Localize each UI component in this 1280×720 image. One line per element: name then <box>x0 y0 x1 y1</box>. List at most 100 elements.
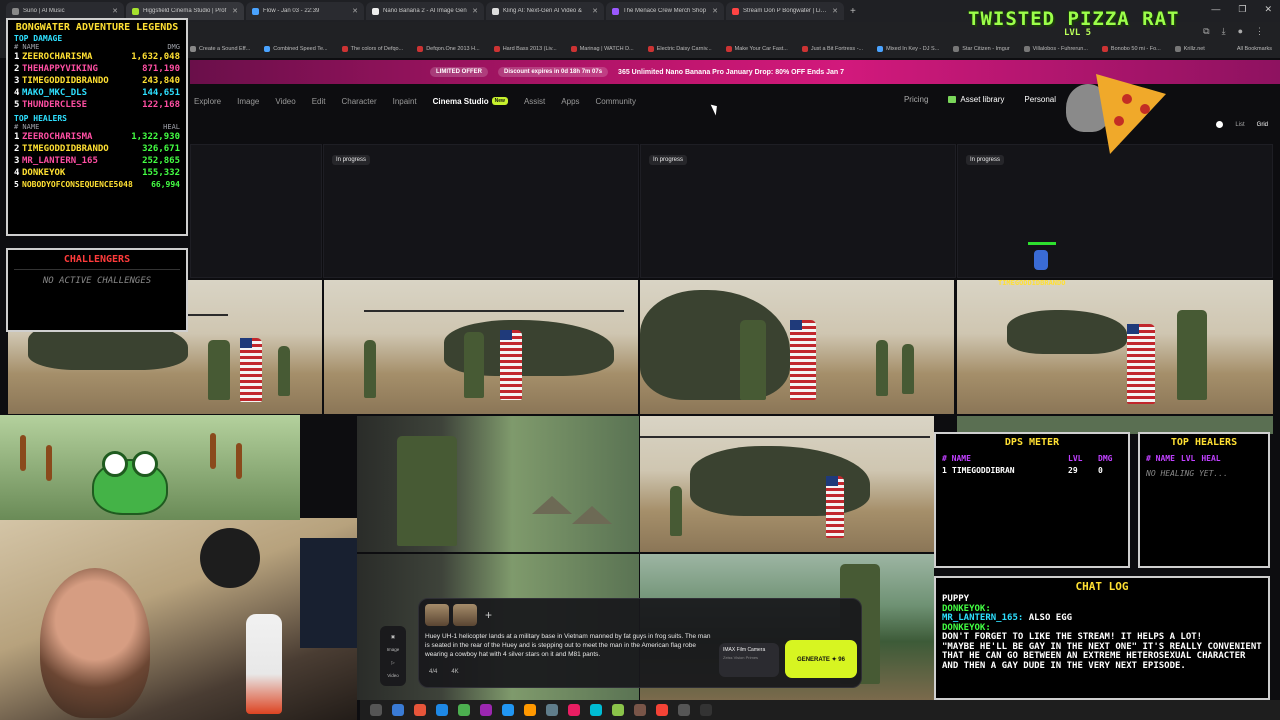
nav-apps[interactable]: Apps <box>561 97 579 106</box>
toggle-icon[interactable] <box>1216 121 1224 128</box>
gallery-image[interactable] <box>324 280 638 414</box>
all-bookmarks[interactable]: All Bookmarks <box>1237 46 1272 52</box>
bookmark[interactable]: Marinag | WATCH D... <box>570 46 634 52</box>
nav-edit[interactable]: Edit <box>312 97 326 106</box>
app-icon[interactable] <box>546 704 558 716</box>
app-icon[interactable] <box>700 704 712 716</box>
nav-cinema-studio[interactable]: Cinema Studio New <box>433 97 508 106</box>
browser-tab[interactable]: Kling AI: Next-Gen AI Video & ✕ <box>486 2 604 20</box>
close-tab-icon[interactable]: ✕ <box>112 7 118 15</box>
top-healers-heading: TOP HEALERS <box>14 114 67 123</box>
camera-select[interactable]: IMAX Film Camera Zeiss Vision Primes <box>719 643 779 677</box>
app-icon[interactable] <box>568 704 580 716</box>
bookmark[interactable]: Just a Bit Fortress -... <box>801 46 863 52</box>
bookmark[interactable]: Bonobo 50 mi - Fo... <box>1101 46 1161 52</box>
damage-column-header: # NAME DMG <box>14 43 180 51</box>
app-icon[interactable] <box>458 704 470 716</box>
app-icon[interactable] <box>436 704 448 716</box>
download-icon[interactable]: ⤓ <box>1222 26 1226 37</box>
browser-tab[interactable]: Flow - Jan 03 - 22:39 ✕ <box>246 2 364 20</box>
bookmark[interactable]: Star Citizen - Imgur <box>953 46 1010 52</box>
browser-tab[interactable]: Stream Don P Bongwater | Liste ✕ <box>726 2 844 20</box>
bookmark[interactable]: Villalobos - Fuhrerun... <box>1023 46 1088 52</box>
nav-image[interactable]: Image <box>237 97 259 106</box>
tab-label: The Menace Crew Merch Shop <box>623 8 707 14</box>
app-icon[interactable] <box>414 704 426 716</box>
app-icon[interactable] <box>502 704 514 716</box>
bookmark[interactable]: Make Your Car Fast... <box>725 46 788 52</box>
app-icon[interactable] <box>392 704 404 716</box>
personal-workspace[interactable]: Personal <box>1024 95 1056 104</box>
bookmark[interactable]: Combined Speed Te... <box>264 46 328 52</box>
app-icon[interactable] <box>634 704 646 716</box>
nav-video[interactable]: Video <box>275 97 295 106</box>
app-icon[interactable] <box>612 704 624 716</box>
close-tab-icon[interactable]: ✕ <box>592 7 598 15</box>
bookmark[interactable]: Create a Sound Eff... <box>190 46 250 52</box>
bookmark[interactable]: Krillz.net <box>1174 46 1205 52</box>
close-tab-icon[interactable]: ✕ <box>832 7 838 15</box>
close-window-button[interactable]: ✕ <box>1264 4 1272 15</box>
file-explorer-icon[interactable] <box>370 704 382 716</box>
nav-community[interactable]: Community <box>596 97 636 106</box>
app-icon[interactable] <box>524 704 536 716</box>
pepperoni <box>1122 94 1132 104</box>
prompt-input[interactable]: Huey UH-1 helicopter lands at a military… <box>425 632 715 659</box>
chrome-icon[interactable] <box>656 704 668 716</box>
gallery-item-pending[interactable]: In progress <box>640 144 956 278</box>
maximize-button[interactable]: ❐ <box>1238 4 1246 15</box>
close-tab-icon[interactable]: ✕ <box>232 7 238 15</box>
gallery-image[interactable] <box>640 280 954 414</box>
extensions-icon[interactable]: ⧉ <box>1203 26 1209 37</box>
reference-image[interactable] <box>453 604 477 626</box>
bookmark[interactable]: Mixed In Key - DJ S... <box>877 46 939 52</box>
asset-library-button[interactable]: Asset library <box>948 95 1004 104</box>
image-mode-icon[interactable]: ▣ <box>391 634 395 640</box>
grid-view-button[interactable]: Grid <box>1257 122 1268 128</box>
generate-button[interactable]: GENERATE ✦ 96 <box>785 640 857 678</box>
rank: 2 <box>14 144 20 154</box>
player-name: NOBODYOFCONSEQUENCE5048 <box>22 180 133 189</box>
gallery-item-pending[interactable] <box>190 144 322 278</box>
name-column: # NAME <box>14 43 40 51</box>
app-icon[interactable] <box>678 704 690 716</box>
gallery-item-pending[interactable]: In progress <box>957 144 1273 278</box>
close-tab-icon[interactable]: ✕ <box>472 7 478 15</box>
gallery-image[interactable] <box>957 280 1273 414</box>
bookmark[interactable]: Electric Daisy Carniv... <box>647 46 712 52</box>
bookmark[interactable]: Hard Bass 2013 (Liv... <box>493 46 557 52</box>
flow-favicon-icon <box>252 7 259 15</box>
browser-tab[interactable]: The Menace Crew Merch Shop ✕ <box>606 2 724 20</box>
minimize-button[interactable]: — <box>1211 4 1220 15</box>
nav-inpaint[interactable]: Inpaint <box>393 97 417 106</box>
app-icon[interactable] <box>590 704 602 716</box>
reference-image[interactable] <box>425 604 449 626</box>
image-count[interactable]: 4/4 <box>429 669 437 675</box>
video-mode-icon[interactable]: ▷ <box>391 660 394 666</box>
gallery-image[interactable] <box>357 416 639 552</box>
gallery-item-pending[interactable]: In progress <box>323 144 639 278</box>
nav-pricing[interactable]: Pricing <box>904 95 928 104</box>
heal-column: HEAL <box>1201 454 1221 463</box>
app-icon[interactable] <box>480 704 492 716</box>
browser-tab[interactable]: Nano Banana 2 - AI Image Gen ✕ <box>366 2 484 20</box>
menu-icon[interactable]: ⋮ <box>1255 26 1264 37</box>
quality-select[interactable]: 4K <box>451 669 458 675</box>
mode-image[interactable]: Image <box>387 647 400 652</box>
bookmark[interactable]: Defqon.One 2013 H... <box>417 46 480 52</box>
bookmark[interactable]: The colors of Defqo... <box>341 46 403 52</box>
list-view-button[interactable]: List <box>1235 122 1244 128</box>
dmg-column: DMG <box>167 43 180 51</box>
close-tab-icon[interactable]: ✕ <box>712 7 718 15</box>
nav-character[interactable]: Character <box>341 97 376 106</box>
gallery-image[interactable] <box>640 416 934 552</box>
profile-icon[interactable]: ● <box>1238 26 1243 37</box>
damage-value: 0 <box>1098 466 1103 475</box>
nav-explore[interactable]: Explore <box>194 97 221 106</box>
mode-video[interactable]: Video <box>387 673 398 678</box>
new-tab-button[interactable]: + <box>850 6 856 17</box>
close-tab-icon[interactable]: ✕ <box>352 7 358 15</box>
add-reference-icon[interactable]: + <box>485 608 492 622</box>
nav-assist[interactable]: Assist <box>524 97 545 106</box>
in-progress-badge: In progress <box>332 155 371 165</box>
